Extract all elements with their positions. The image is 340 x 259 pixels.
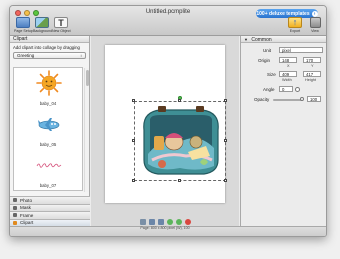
- origin-y-value: 170: [306, 58, 314, 63]
- background-icon: [35, 17, 49, 28]
- category-select[interactable]: Greeting ↕: [13, 52, 86, 59]
- clipart-list[interactable]: baby_04 baby_05 baby_07: [13, 67, 83, 191]
- opacity-value: 100: [310, 97, 318, 102]
- photo-icon: [13, 198, 17, 203]
- canvas-action-bar: [91, 217, 239, 226]
- category-value: Greeting: [17, 53, 35, 58]
- opacity-label: Opacity: [254, 97, 270, 102]
- clipart-item-label: baby_05: [39, 142, 57, 147]
- origin-y-field[interactable]: 170: [303, 57, 321, 63]
- page-setup-icon: [16, 17, 30, 28]
- export-label: Export: [289, 29, 301, 33]
- background-button[interactable]: Background: [33, 17, 53, 33]
- origin-x-field[interactable]: 148: [279, 57, 297, 63]
- airplane-clipart-icon: [38, 118, 60, 131]
- unit-select[interactable]: pixel: [279, 47, 323, 53]
- scrollbar-thumb[interactable]: [86, 70, 89, 86]
- selection-box[interactable]: [134, 101, 226, 181]
- background-label: Background: [33, 29, 53, 33]
- width-field[interactable]: 409: [279, 71, 297, 77]
- text-object-icon: [54, 17, 68, 29]
- resize-handle[interactable]: [224, 179, 227, 182]
- chevron-right-icon: ›: [311, 10, 318, 17]
- deluxe-templates-label: 100+ deluxe templates: [256, 10, 310, 17]
- clipart-panel: Clipart Add clipart into collage by drag…: [10, 36, 90, 226]
- export-icon: [288, 17, 302, 28]
- collage-page[interactable]: [105, 45, 227, 203]
- size-label: Size: [267, 72, 276, 77]
- common-section-title: Common: [251, 37, 272, 43]
- app-window: Untitled.pcmplite 100+ deluxe templates …: [9, 5, 327, 237]
- height-value: 417: [306, 72, 314, 77]
- tab-mask[interactable]: Mask: [10, 203, 90, 211]
- clipart-item-label: baby_07: [39, 183, 57, 188]
- mask-icon: [13, 205, 17, 210]
- view-label: View: [311, 29, 319, 33]
- clipart-item-label: baby_04: [39, 101, 57, 106]
- angle-field[interactable]: 0: [279, 86, 293, 92]
- angle-label: Angle: [263, 87, 275, 92]
- add-icon[interactable]: [166, 218, 173, 225]
- clipart-icon: [13, 220, 17, 225]
- clipart-item[interactable]: baby_05: [14, 109, 82, 150]
- origin-x-value: 148: [282, 58, 290, 63]
- unit-value: pixel: [282, 48, 291, 53]
- send-backward-icon[interactable]: [157, 218, 164, 225]
- height-caption: Height: [305, 78, 316, 82]
- height-field[interactable]: 417: [303, 71, 321, 77]
- resize-handle[interactable]: [178, 99, 181, 102]
- tab-photo[interactable]: Photo: [10, 196, 90, 204]
- tab-clipart[interactable]: Clipart: [10, 218, 90, 226]
- opacity-slider[interactable]: [273, 99, 303, 101]
- clipart-item[interactable]: baby_07: [14, 150, 82, 190]
- origin-y-caption: Y: [311, 64, 314, 68]
- canvas-area[interactable]: [91, 36, 239, 226]
- toolbar: Untitled.pcmplite 100+ deluxe templates …: [10, 6, 326, 36]
- tab-mask-label: Mask: [20, 205, 31, 211]
- disclosure-triangle-icon: ▼: [244, 37, 248, 42]
- tab-frame[interactable]: Frame: [10, 211, 90, 219]
- resize-handle[interactable]: [224, 99, 227, 102]
- view-icon: [309, 17, 321, 28]
- page-setup-button[interactable]: Page Setup: [14, 17, 33, 33]
- clipart-list-scrollbar[interactable]: [84, 68, 89, 192]
- properties-panel: ▼ Common Unit pixel Origin 148 170 X Y S…: [240, 36, 326, 226]
- unit-label: Unit: [263, 48, 272, 53]
- width-value: 409: [282, 72, 290, 77]
- origin-label: Origin: [258, 58, 271, 63]
- align-icon[interactable]: [139, 218, 146, 225]
- clipart-item[interactable]: baby_04: [14, 68, 82, 109]
- resize-handle[interactable]: [178, 179, 181, 182]
- resize-handle[interactable]: [224, 139, 227, 142]
- common-section-header[interactable]: ▼ Common: [241, 36, 326, 43]
- resize-handle[interactable]: [132, 179, 135, 182]
- sun-clipart-icon: [36, 70, 62, 96]
- clipart-instruction: Add clipart into collage by dragging: [13, 45, 80, 50]
- opacity-field[interactable]: 100: [307, 96, 321, 102]
- frame-icon: [13, 213, 17, 218]
- opacity-slider-knob[interactable]: [300, 97, 304, 101]
- delete-icon[interactable]: [184, 218, 191, 225]
- page-size-status: Page: 800 x 800 pixel (W), 100: [140, 226, 190, 230]
- bring-forward-icon[interactable]: [148, 218, 155, 225]
- export-button[interactable]: Export: [286, 17, 304, 33]
- duplicate-icon[interactable]: [175, 218, 182, 225]
- tab-frame-label: Frame: [20, 212, 34, 218]
- width-caption: Width: [282, 78, 292, 82]
- resize-handle[interactable]: [132, 99, 135, 102]
- new-object-button[interactable]: New Object: [52, 17, 71, 33]
- angle-value: 0: [282, 87, 285, 92]
- left-panel-tabs: Photo Mask Frame Clipart: [10, 196, 90, 226]
- resize-handle[interactable]: [132, 139, 135, 142]
- clipart-panel-title: Clipart: [10, 36, 89, 43]
- origin-x-caption: X: [287, 64, 290, 68]
- new-object-label: New Object: [52, 29, 71, 33]
- select-arrows-icon: ↕: [80, 53, 82, 58]
- angle-dial[interactable]: [295, 87, 300, 92]
- tab-photo-label: Photo: [20, 197, 33, 203]
- script-text-clipart-icon: [36, 163, 62, 168]
- page-setup-label: Page Setup: [14, 29, 33, 33]
- view-button[interactable]: View: [306, 17, 324, 33]
